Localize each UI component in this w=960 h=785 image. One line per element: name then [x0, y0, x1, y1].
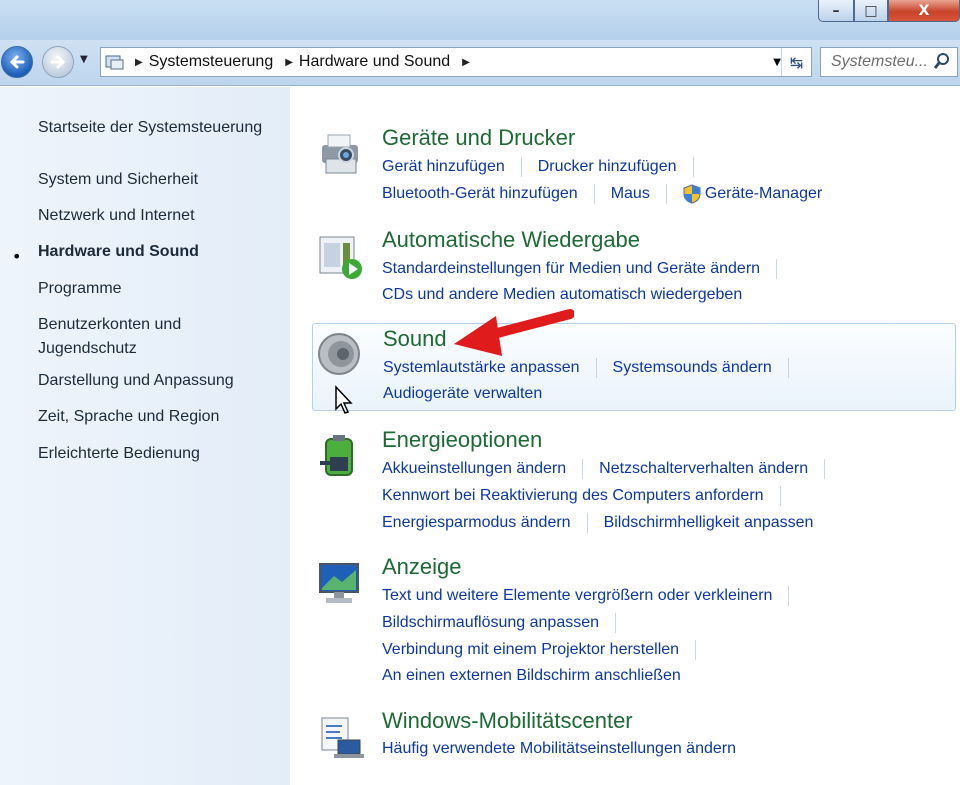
annotation-arrow — [454, 309, 574, 356]
category-title[interactable]: Sound — [383, 326, 447, 352]
link-divider — [776, 259, 778, 279]
sidebar-item-jugendschutz[interactable]: Jugendschutz — [38, 337, 137, 361]
monitor-icon[interactable] — [316, 560, 364, 608]
link-divider — [595, 358, 597, 378]
address-dropdown-icon[interactable]: ▼ — [773, 57, 781, 68]
battery-icon[interactable] — [316, 433, 364, 481]
link-energiesparmodus[interactable]: Energiesparmodus ändern — [382, 514, 571, 532]
sidebar-item-hardware-und-sound: Hardware und Sound — [38, 243, 199, 260]
active-bullet-icon: • — [12, 247, 22, 266]
autoplay-icon[interactable] — [316, 233, 364, 281]
breadcrumb-separator-icon[interactable]: ▶ — [135, 57, 143, 68]
sidebar-item-netzwerk[interactable]: Netzwerk und Internet — [38, 204, 195, 228]
search-icon[interactable] — [933, 52, 951, 72]
mouse-cursor-icon — [335, 385, 353, 414]
uac-shield-icon — [683, 184, 701, 204]
sidebar-item-zeit-sprache[interactable]: Zeit, Sprache und Region — [38, 405, 219, 429]
mobility-center-icon[interactable] — [316, 714, 364, 762]
link-systemsounds[interactable]: Systemsounds ändern — [613, 359, 772, 377]
link-kennwort-reaktivierung[interactable]: Kennwort bei Reaktivierung des Computers… — [382, 487, 764, 505]
link-projektor[interactable]: Verbindung mit einem Projektor herstelle… — [382, 641, 679, 659]
link-bildschirmhelligkeit[interactable]: Bildschirmhelligkeit anpassen — [604, 514, 814, 532]
category-title[interactable]: Anzeige — [382, 554, 462, 580]
category-title[interactable]: Automatische Wiedergabe — [382, 227, 640, 253]
maximize-button[interactable]: □ — [854, 0, 888, 22]
sidebar-item-darstellung[interactable]: Darstellung und Anpassung — [38, 369, 234, 393]
link-divider — [520, 157, 522, 177]
forward-button[interactable] — [42, 46, 74, 78]
link-maus[interactable]: Maus — [611, 185, 650, 203]
maximize-icon: □ — [864, 2, 878, 19]
history-dropdown-icon[interactable]: ▼ — [80, 54, 96, 70]
category-anzeige: Anzeige Text und weitere Elemente vergrö… — [312, 554, 956, 694]
link-externer-bildschirm[interactable]: An einen externen Bildschirm anschließen — [382, 667, 681, 685]
category-geraete-und-drucker: Geräte und Drucker Gerät hinzufügen Druc… — [312, 125, 956, 215]
category-title[interactable]: Windows-Mobilitätscenter — [382, 708, 633, 734]
link-mobilitaetseinstellungen[interactable]: Häufig verwendete Mobilitätseinstellunge… — [382, 740, 736, 758]
search-placeholder: Systemsteu... — [831, 53, 928, 70]
sidebar-item-programme[interactable]: Programme — [38, 277, 122, 301]
category-sound: Sound Systemlautstärke anpassen Systemso… — [312, 323, 956, 411]
refresh-button[interactable]: ↹ — [781, 48, 811, 76]
link-bildschirmaufloesung[interactable]: Bildschirmauflösung anpassen — [382, 614, 599, 632]
category-energieoptionen: Energieoptionen Akkueinstellungen ändern… — [312, 427, 956, 537]
link-divider — [788, 586, 790, 606]
breadcrumb-systemsteuerung[interactable]: Systemsteuerung — [149, 53, 274, 71]
link-geraet-hinzufuegen[interactable]: Gerät hinzufügen — [382, 158, 505, 176]
link-audiogeraete-verwalten[interactable]: Audiogeräte verwalten — [383, 385, 542, 403]
link-text-vergroessern[interactable]: Text und weitere Elemente vergrößern ode… — [382, 587, 772, 605]
forward-arrow-icon — [50, 55, 66, 69]
minimize-icon: – — [832, 2, 840, 19]
link-standardeinstellungen-medien[interactable]: Standardeinstellungen für Medien und Ger… — [382, 260, 760, 278]
back-arrow-icon — [9, 55, 25, 69]
sidebar-item-benutzerkonten[interactable]: Benutzerkonten und — [38, 313, 181, 337]
printer-camera-icon[interactable] — [316, 131, 364, 179]
link-divider — [787, 358, 789, 378]
link-divider — [593, 184, 595, 204]
category-title[interactable]: Energieoptionen — [382, 427, 542, 453]
link-divider — [824, 459, 826, 479]
link-divider — [615, 613, 617, 633]
category-automatische-wiedergabe: Automatische Wiedergabe Standardeinstell… — [312, 227, 956, 307]
refresh-icon: ↹ — [789, 52, 804, 72]
control-panel-icon — [101, 48, 129, 76]
breadcrumb-separator-icon[interactable]: ▶ — [462, 57, 470, 68]
link-bluetooth-geraet[interactable]: Bluetooth-Gerät hinzufügen — [382, 185, 578, 203]
navigation-bar: ▼ ▶ Systemsteuerung ▶ Hardware und Sound… — [0, 40, 960, 86]
link-divider — [665, 184, 667, 204]
search-input[interactable]: Systemsteu... — [820, 47, 958, 77]
title-bar: – □ X — [0, 0, 960, 40]
link-divider — [586, 513, 588, 533]
link-netzschalterverhalten[interactable]: Netzschalterverhalten ändern — [599, 460, 808, 478]
speaker-icon[interactable] — [317, 330, 365, 378]
sidebar-item-startseite[interactable]: Startseite der Systemsteuerung — [38, 116, 262, 140]
category-mobilitaetscenter: Windows-Mobilitätscenter Häufig verwende… — [312, 708, 956, 768]
sidebar-item-system-und-sicherheit[interactable]: System und Sicherheit — [38, 168, 198, 192]
address-bar[interactable]: ▶ Systemsteuerung ▶ Hardware und Sound ▶… — [100, 47, 812, 77]
category-title[interactable]: Geräte und Drucker — [382, 125, 575, 151]
link-divider — [779, 486, 781, 506]
link-geraete-manager[interactable]: Geräte-Manager — [705, 185, 822, 203]
sidebar-item-erleichterte-bedienung[interactable]: Erleichterte Bedienung — [38, 442, 200, 466]
main-content: Geräte und Drucker Gerät hinzufügen Druc… — [290, 87, 960, 785]
close-icon: X — [918, 2, 930, 19]
breadcrumb-hardware-und-sound[interactable]: Hardware und Sound — [299, 53, 450, 71]
close-button[interactable]: X — [888, 0, 960, 22]
minimize-button[interactable]: – — [818, 0, 854, 22]
link-divider — [695, 640, 697, 660]
link-divider — [582, 459, 584, 479]
link-systemlautstaerke[interactable]: Systemlautstärke anpassen — [383, 359, 580, 377]
breadcrumb-separator-icon[interactable]: ▶ — [285, 57, 293, 68]
link-divider — [692, 157, 694, 177]
back-button[interactable] — [1, 46, 33, 78]
link-drucker-hinzufuegen[interactable]: Drucker hinzufügen — [538, 158, 677, 176]
sidebar: Startseite der Systemsteuerung System un… — [0, 87, 290, 785]
link-akkueinstellungen[interactable]: Akkueinstellungen ändern — [382, 460, 566, 478]
